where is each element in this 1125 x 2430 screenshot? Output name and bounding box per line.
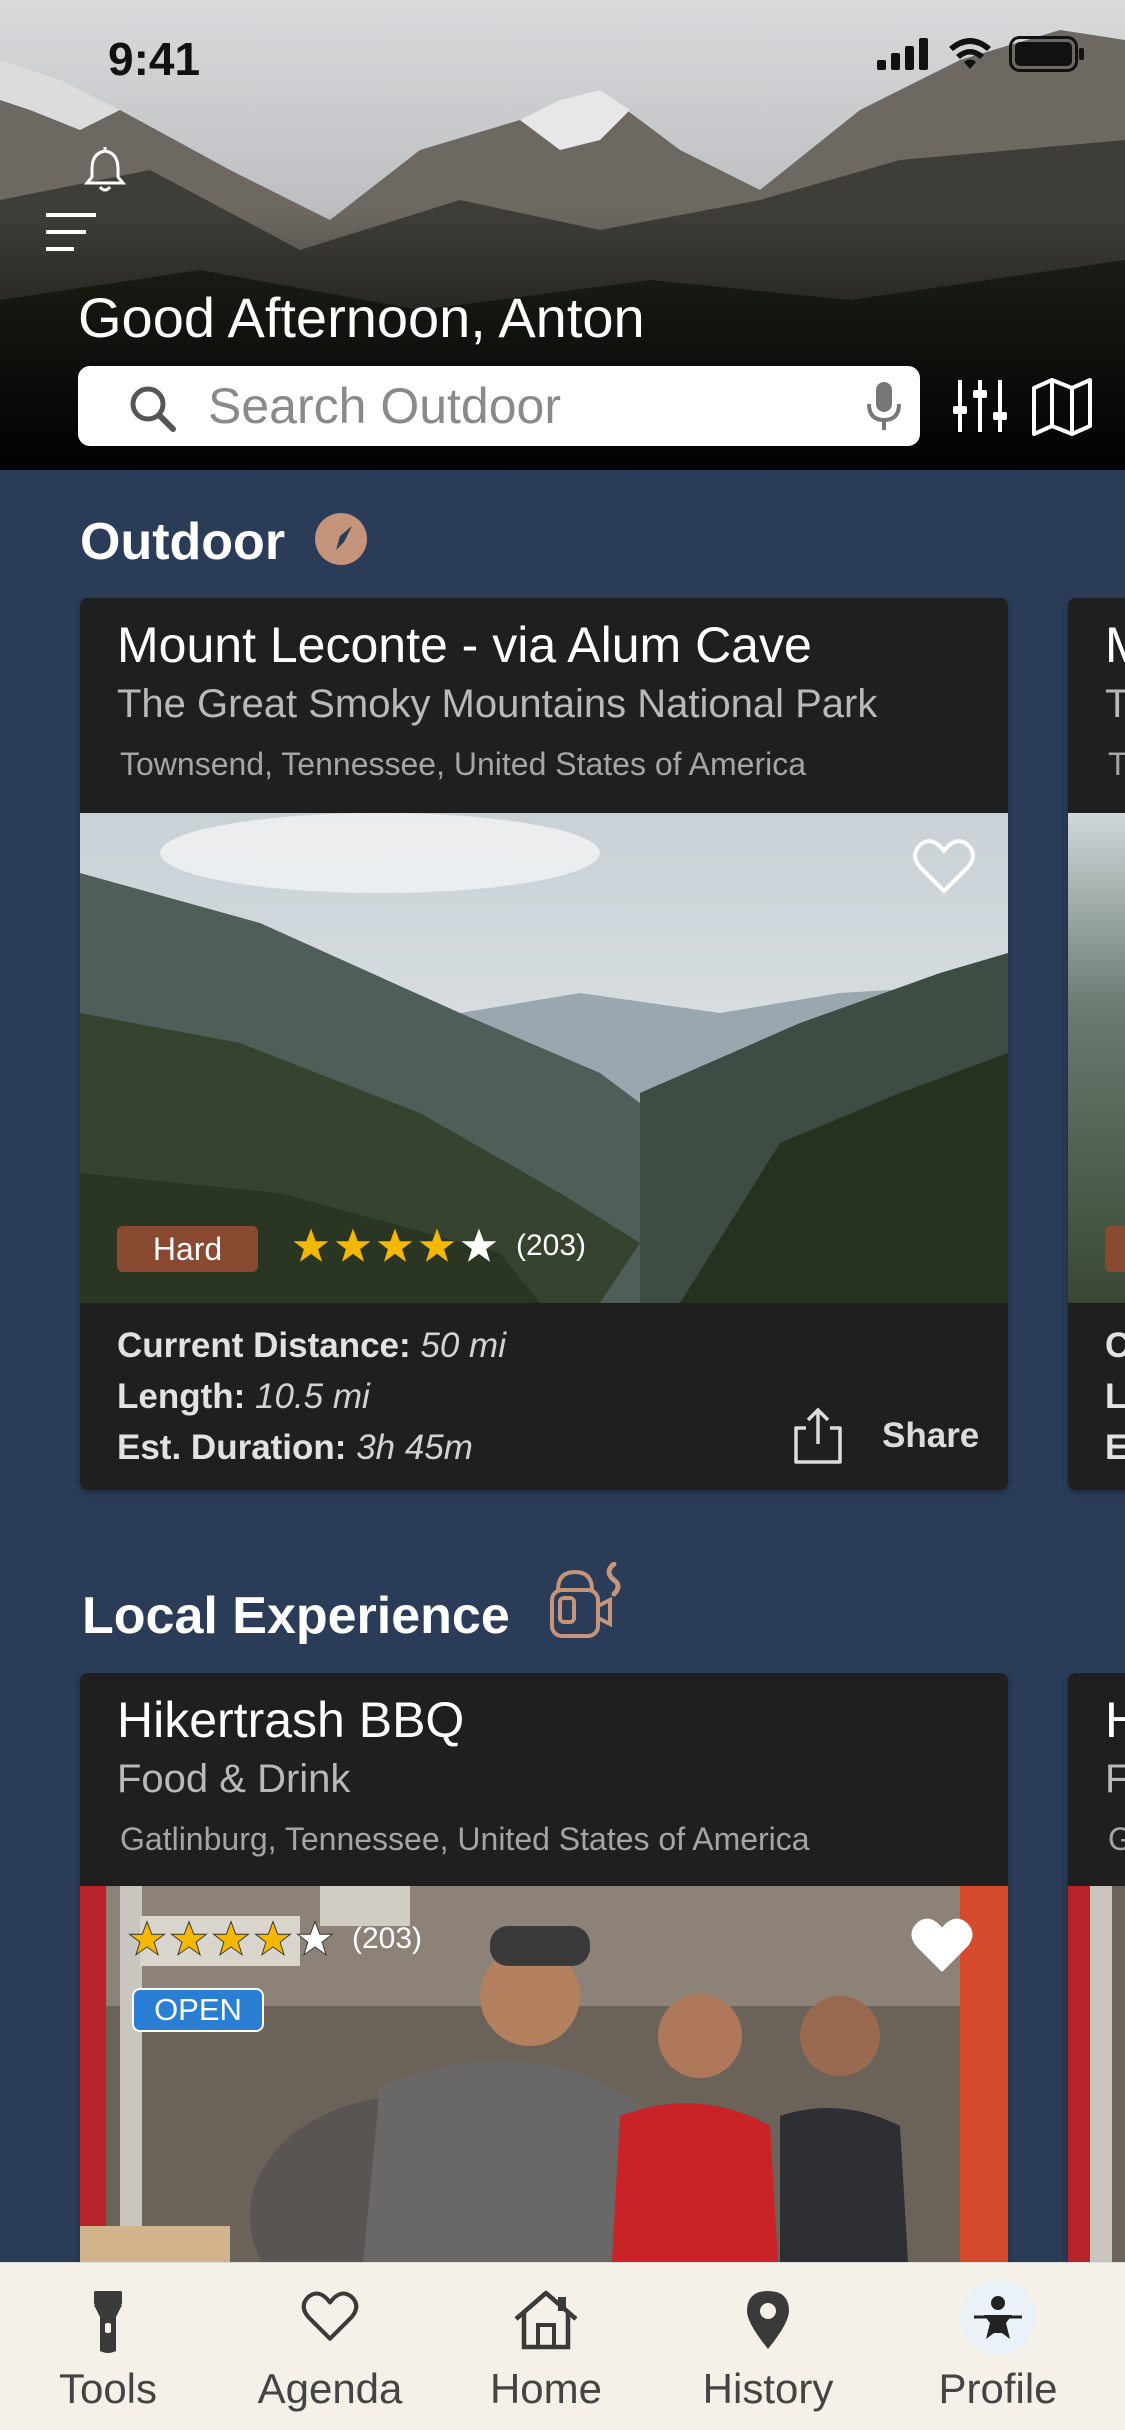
card-category: F: [1105, 1757, 1125, 1801]
star-icon: [293, 1228, 329, 1262]
tab-label: Agenda: [257, 2365, 403, 2412]
star-icon: [254, 1920, 292, 1957]
difficulty-badge: Hard: [117, 1226, 258, 1272]
outdoor-card[interactable]: Mount Leconte - via Alum Cave The Great …: [80, 598, 1008, 1490]
menu-icon[interactable]: [44, 210, 98, 255]
favorite-heart-icon[interactable]: [912, 837, 976, 895]
stat-row: Est. Duration: 3h 45m: [117, 1422, 506, 1473]
microphone-icon[interactable]: [864, 380, 904, 432]
bbq-image[interactable]: (203) OPEN: [80, 1886, 1008, 2263]
share-icon: [794, 1407, 842, 1464]
section-title-local: Local Experience: [82, 1586, 510, 1646]
tab-tools[interactable]: Tools: [8, 2263, 208, 2430]
card-park: The Great Smoky Mountains National Park: [117, 682, 878, 726]
open-status-badge: OPEN: [132, 1988, 264, 2032]
tab-bar: Tools Agenda Home History Profile: [0, 2262, 1125, 2430]
outdoor-card-next[interactable]: M T T C L E: [1068, 598, 1125, 1490]
local-carousel[interactable]: Hikertrash BBQ Food & Drink Gatlinburg, …: [0, 1673, 1125, 2263]
flashlight-icon: [94, 2291, 122, 2353]
share-label: Share: [882, 1416, 980, 1455]
map-icon[interactable]: [1030, 376, 1094, 436]
review-count: (203): [352, 1922, 423, 1955]
wifi-icon: [949, 38, 991, 69]
stat-label: Current Distance:: [117, 1326, 411, 1365]
card-title: H: [1105, 1692, 1125, 1748]
star-icon: [377, 1228, 413, 1262]
signal-icon: [877, 38, 928, 70]
star-icon: [212, 1920, 250, 1957]
filter-icon[interactable]: [950, 376, 1010, 436]
difficulty-badge: [1105, 1226, 1125, 1272]
stat-row: Length: 10.5 mi: [117, 1371, 506, 1422]
stat-value: 10.5 mi: [255, 1377, 370, 1416]
status-time: 9:41: [108, 33, 201, 85]
star-icon: [128, 1920, 166, 1957]
card-location: Townsend, Tennessee, United States of Am…: [120, 746, 807, 782]
stat-label: E: [1105, 1428, 1125, 1467]
review-count: (203): [516, 1229, 587, 1262]
favorite-heart-icon[interactable]: [910, 1916, 974, 1974]
outdoor-carousel[interactable]: Mount Leconte - via Alum Cave The Great …: [0, 598, 1125, 1498]
card-title: Hikertrash BBQ: [117, 1692, 465, 1748]
battery-icon: [1009, 36, 1084, 72]
card-category: Food & Drink: [117, 1757, 351, 1801]
tab-home[interactable]: Home: [446, 2263, 646, 2430]
bbq-image: [1068, 1886, 1125, 2263]
tab-label: Tools: [58, 2365, 158, 2412]
card-title: M: [1105, 616, 1125, 674]
compass-icon: [315, 513, 367, 565]
bbq-icon: [550, 1562, 621, 1638]
star-icon: [461, 1228, 497, 1262]
header: 9:41 Good Afternoon, Anton Search Outdoo…: [0, 0, 1125, 470]
section-title-outdoor-text: Outdoor: [80, 513, 286, 571]
status-bar: 9:41: [0, 22, 1125, 92]
star-icon: [335, 1228, 371, 1262]
star-icon: [170, 1920, 208, 1957]
card-location: G: [1108, 1821, 1125, 1857]
star-icon: [296, 1920, 334, 1957]
heart-icon: [301, 2291, 359, 2341]
card-location: Gatlinburg, Tennessee, United States of …: [120, 1821, 810, 1857]
stat-label: Length:: [117, 1377, 246, 1416]
stat-label: L: [1105, 1377, 1125, 1416]
rating-stars: (203): [292, 1227, 586, 1265]
trail-image[interactable]: Hard (203): [80, 813, 1008, 1303]
tab-label: Home: [489, 2365, 603, 2412]
section-title-outdoor: Outdoor: [80, 512, 285, 572]
stat-value: 50 mi: [420, 1326, 506, 1365]
local-card-next[interactable]: H F G: [1068, 1673, 1125, 2263]
trail-stats: Current Distance: 50 mi Length: 10.5 mi …: [117, 1320, 506, 1473]
card-location: T: [1108, 746, 1125, 782]
stat-row: Current Distance: 50 mi: [117, 1320, 506, 1371]
stat-label: Est. Duration:: [117, 1428, 347, 1467]
home-icon: [514, 2290, 578, 2350]
local-card[interactable]: Hikertrash BBQ Food & Drink Gatlinburg, …: [80, 1673, 1008, 2263]
trail-stats: C L E: [1105, 1320, 1125, 1473]
search-bar[interactable]: [78, 366, 920, 446]
tab-profile[interactable]: Profile: [898, 2263, 1098, 2430]
tab-label: History: [702, 2365, 834, 2412]
tab-history[interactable]: History: [668, 2263, 868, 2430]
status-icons: [877, 36, 1085, 72]
greeting: Good Afternoon, Anton: [78, 286, 645, 349]
rating-stars: (203): [128, 1920, 422, 1958]
search-input[interactable]: [208, 378, 808, 434]
star-icon: [419, 1228, 455, 1262]
card-title: Mount Leconte - via Alum Cave: [117, 617, 812, 673]
card-park: T: [1105, 682, 1125, 726]
share-button[interactable]: Share: [792, 1406, 979, 1466]
stat-value: 3h 45m: [356, 1428, 473, 1467]
stat-label: C: [1105, 1326, 1125, 1365]
section-title-local-text: Local Experience: [82, 1587, 510, 1645]
bell-icon[interactable]: [80, 145, 130, 195]
search-icon: [130, 386, 176, 432]
tab-agenda[interactable]: Agenda: [230, 2263, 430, 2430]
location-pin-icon: [747, 2291, 789, 2349]
trail-image: [1068, 813, 1125, 1303]
tab-label: Profile: [938, 2365, 1058, 2412]
avatar: [960, 2279, 1036, 2355]
